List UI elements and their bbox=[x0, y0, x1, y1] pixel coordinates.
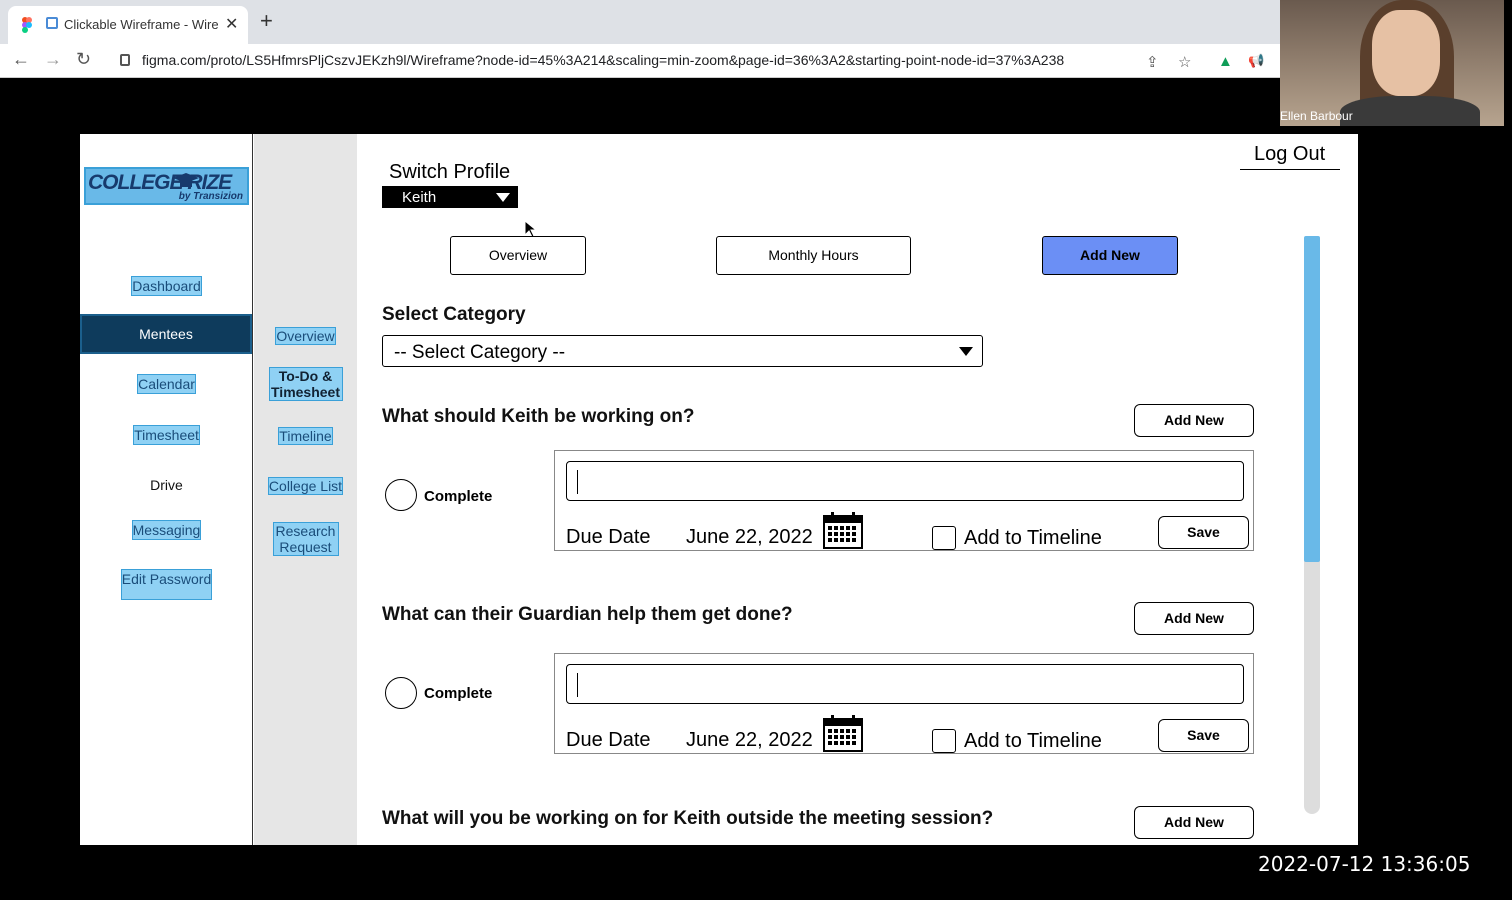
main-content: Switch Profile Keith Log Out Overview Mo… bbox=[358, 134, 1358, 845]
add-to-timeline-checkbox[interactable] bbox=[932, 526, 956, 550]
url-field[interactable]: figma.com/proto/LS5HfmrsPljCszvJEKzh9l/W… bbox=[112, 48, 1272, 74]
complete-radio[interactable] bbox=[385, 677, 417, 709]
mentee-subnav: Overview To-Do & Timesheet Timeline Coll… bbox=[254, 134, 357, 845]
share-icon[interactable]: ⇪ bbox=[1146, 53, 1159, 71]
calendar-icon[interactable] bbox=[823, 511, 863, 549]
back-icon[interactable]: ← bbox=[12, 49, 30, 70]
browser-tab-bar: Clickable Wireframe - Wire ✕ + bbox=[0, 0, 1280, 44]
section-question: What will you be working on for Keith ou… bbox=[382, 808, 994, 829]
tab-title: Clickable Wireframe - Wire bbox=[64, 17, 219, 32]
add-new-button[interactable]: Add New bbox=[1134, 404, 1254, 437]
add-to-timeline-checkbox[interactable] bbox=[932, 729, 956, 753]
complete-radio[interactable] bbox=[385, 479, 417, 511]
caret-down-icon bbox=[496, 193, 510, 202]
new-tab-icon[interactable]: + bbox=[260, 10, 273, 32]
select-category-heading: Select Category bbox=[382, 304, 526, 325]
due-date-label: Due Date bbox=[566, 526, 651, 548]
scrollbar[interactable] bbox=[1304, 236, 1320, 814]
figma-icon bbox=[22, 17, 32, 33]
complete-label: Complete bbox=[424, 685, 493, 702]
add-new-button[interactable]: Add New bbox=[1134, 602, 1254, 635]
subnav-item-timeline[interactable]: Timeline bbox=[254, 427, 357, 445]
browser-tab[interactable]: Clickable Wireframe - Wire ✕ bbox=[8, 6, 248, 44]
due-date-value: June 22, 2022 bbox=[686, 526, 813, 548]
profile-dropdown[interactable]: Keith bbox=[382, 186, 518, 208]
logo-subtext: by Transizion bbox=[178, 191, 243, 202]
college-rize-logo[interactable]: COLLEGE RIZE by Transizion bbox=[84, 167, 249, 205]
section-question: What can their Guardian help them get do… bbox=[382, 604, 793, 625]
sidebar-item-dashboard[interactable]: Dashboard bbox=[80, 276, 253, 296]
figma-prototype-icon bbox=[46, 17, 58, 29]
add-to-timeline-label: Add to Timeline bbox=[964, 730, 1102, 752]
extension-megaphone-icon[interactable]: 📢 bbox=[1248, 53, 1264, 69]
subnav-item-research-request[interactable]: Research Request bbox=[254, 522, 357, 556]
task-card: Due Date June 22, 2022 Add to Timeline S… bbox=[554, 653, 1254, 754]
log-out-button[interactable]: Log Out bbox=[1240, 142, 1340, 170]
task-card: Due Date June 22, 2022 Add to Timeline S… bbox=[554, 450, 1254, 551]
forward-icon[interactable]: → bbox=[44, 49, 62, 70]
tab-monthly-hours[interactable]: Monthly Hours bbox=[716, 236, 911, 275]
sidebar-item-timesheet[interactable]: Timesheet bbox=[80, 425, 253, 445]
add-new-button[interactable]: Add New bbox=[1134, 806, 1254, 839]
add-to-timeline-label: Add to Timeline bbox=[964, 527, 1102, 549]
graduation-cap-icon bbox=[173, 173, 199, 187]
lock-icon bbox=[120, 54, 130, 66]
tab-close-icon[interactable]: ✕ bbox=[225, 14, 238, 34]
complete-label: Complete bbox=[424, 488, 493, 505]
section-question: What should Keith be working on? bbox=[382, 406, 695, 427]
caret-down-icon bbox=[959, 347, 973, 356]
calendar-icon[interactable] bbox=[823, 714, 863, 752]
reload-icon[interactable]: ↻ bbox=[76, 49, 91, 70]
webcam-participant-name: Ellen Barbour bbox=[1280, 109, 1353, 123]
category-select[interactable]: -- Select Category -- bbox=[382, 335, 983, 367]
due-date-value: June 22, 2022 bbox=[686, 729, 813, 751]
save-button[interactable]: Save bbox=[1158, 516, 1249, 549]
tab-add-new[interactable]: Add New bbox=[1042, 236, 1178, 275]
sidebar: COLLEGE RIZE by Transizion Dashboard Men… bbox=[80, 134, 253, 845]
sidebar-item-edit-password[interactable]: Edit Password bbox=[80, 569, 253, 600]
due-date-label: Due Date bbox=[566, 729, 651, 751]
switch-profile-label: Switch Profile bbox=[389, 161, 511, 183]
recording-timestamp: 2022-07-12 13:36:05 bbox=[1258, 852, 1471, 876]
google-drive-icon[interactable]: ▲ bbox=[1218, 53, 1233, 70]
log-out-label: Log Out bbox=[1254, 143, 1326, 165]
tab-overview[interactable]: Overview bbox=[450, 236, 586, 275]
scrollbar-thumb[interactable] bbox=[1304, 236, 1320, 562]
sidebar-item-drive[interactable]: Drive bbox=[80, 477, 253, 493]
save-button[interactable]: Save bbox=[1158, 719, 1249, 752]
subnav-item-college-list[interactable]: College List bbox=[254, 477, 357, 495]
category-select-value: -- Select Category -- bbox=[394, 342, 566, 363]
task-input[interactable] bbox=[566, 664, 1244, 704]
profile-dropdown-value: Keith bbox=[402, 189, 437, 206]
sidebar-item-messaging[interactable]: Messaging bbox=[80, 520, 253, 540]
subnav-item-overview[interactable]: Overview bbox=[254, 327, 357, 345]
subnav-item-todo-timesheet[interactable]: To-Do & Timesheet bbox=[254, 367, 357, 401]
url-text: figma.com/proto/LS5HfmrsPljCszvJEKzh9l/W… bbox=[142, 52, 1065, 68]
bookmark-star-icon[interactable]: ☆ bbox=[1178, 53, 1191, 71]
task-input[interactable] bbox=[566, 461, 1244, 501]
webcam-video: Ellen Barbour bbox=[1280, 0, 1504, 126]
sidebar-item-calendar[interactable]: Calendar bbox=[80, 374, 253, 394]
browser-address-bar: ← → ↻ figma.com/proto/LS5HfmrsPljCszvJEK… bbox=[0, 44, 1280, 78]
wireframe-canvas: COLLEGE RIZE by Transizion Dashboard Men… bbox=[80, 134, 1358, 845]
sidebar-item-mentees[interactable]: Mentees bbox=[80, 314, 252, 354]
